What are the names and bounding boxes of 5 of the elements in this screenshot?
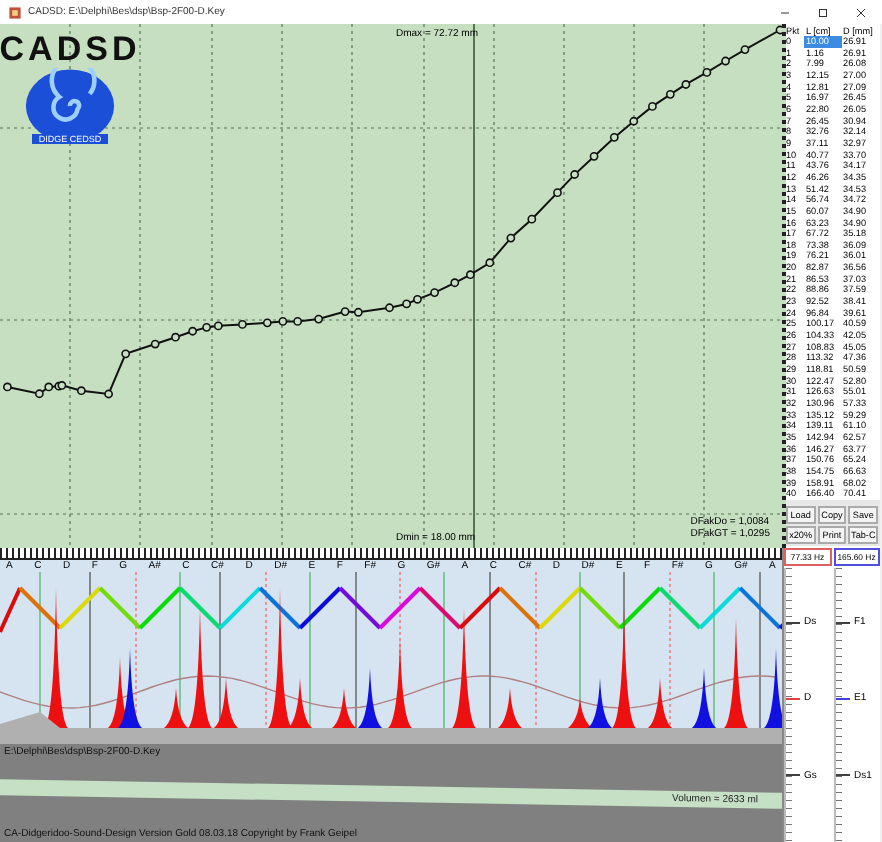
minimize-icon[interactable]: [780, 7, 790, 17]
logo-text: CADSD: [0, 32, 141, 68]
maximize-icon[interactable]: [818, 7, 828, 17]
close-icon[interactable]: [856, 7, 866, 17]
app-icon: [8, 5, 22, 19]
